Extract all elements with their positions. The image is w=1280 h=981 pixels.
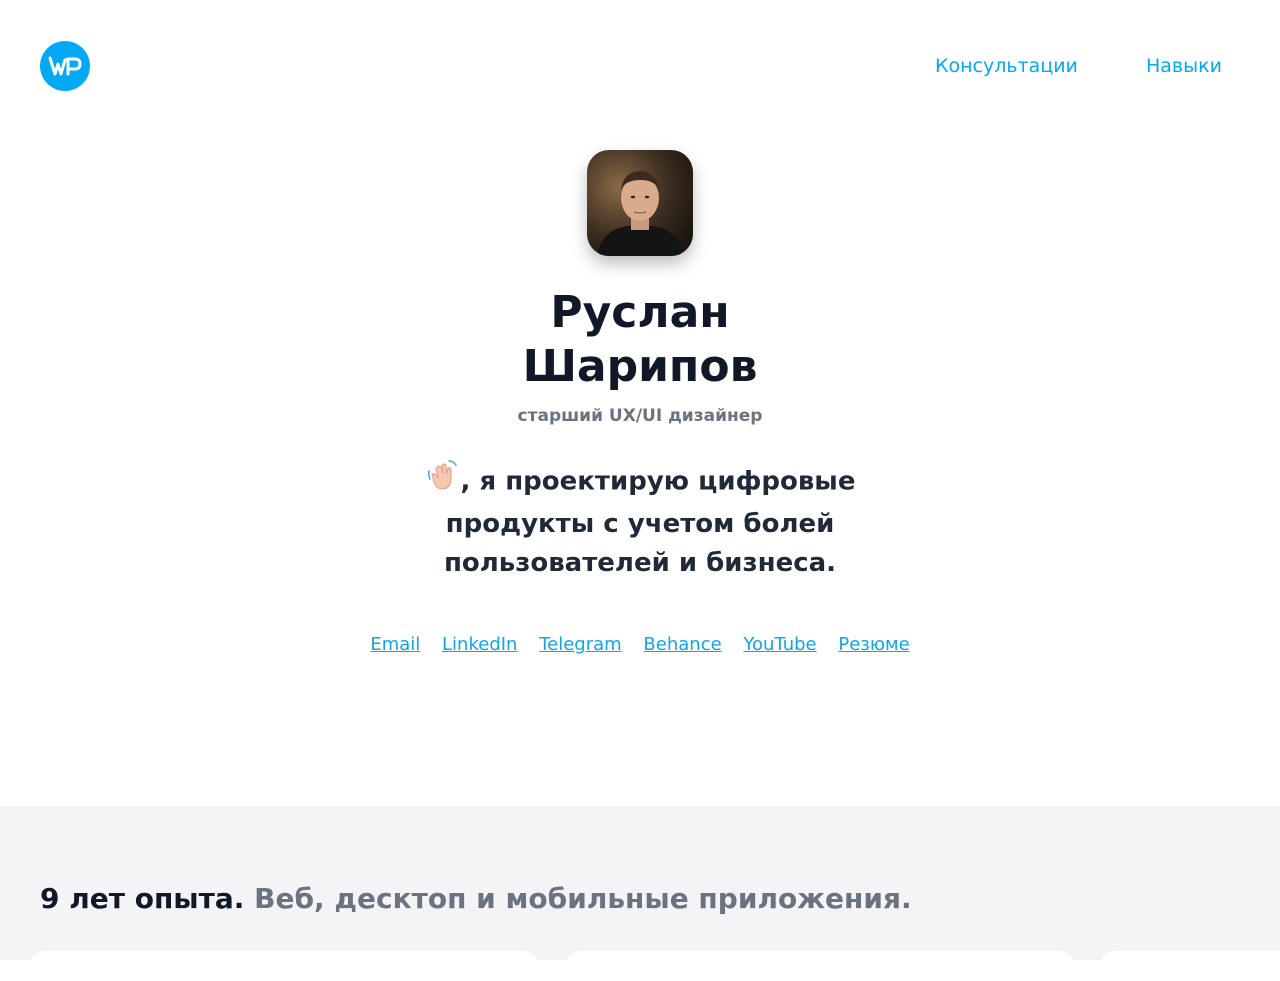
profile-role: старший UX/UI дизайнер <box>517 406 763 426</box>
link-telegram[interactable]: Telegram <box>539 634 621 655</box>
nav-skills[interactable]: Навыки <box>1146 55 1222 77</box>
intro-text: , я проектирую цифровые продукты с учето… <box>420 459 860 583</box>
experience-section: 9 лет опыта. Веб, десктоп и мобильные пр… <box>0 806 1280 981</box>
social-links: Email LinkedIn Telegram Behance YouTube … <box>0 634 1280 655</box>
experience-heading: 9 лет опыта. Веб, десктоп и мобильные пр… <box>40 882 912 915</box>
project-card[interactable] <box>30 951 538 981</box>
link-resume[interactable]: Резюме <box>838 634 909 655</box>
project-card[interactable] <box>566 951 1074 981</box>
wr-monogram-logo-icon <box>48 56 82 76</box>
link-linkedin[interactable]: LinkedIn <box>442 634 517 655</box>
project-card[interactable] <box>1100 951 1280 981</box>
name-first: Руслан <box>550 287 730 338</box>
nav-consultations[interactable]: Консультации <box>935 55 1078 77</box>
avatar <box>587 150 693 256</box>
site-header: Консультации Навыки <box>0 0 1280 134</box>
experience-platforms: Веб, десктоп и мобильные приложения. <box>254 882 912 915</box>
link-youtube[interactable]: YouTube <box>743 634 816 655</box>
link-email[interactable]: Email <box>370 634 420 655</box>
name-last: Шарипов <box>522 341 758 392</box>
intro-sentence: , я проектирую цифровые продукты с учето… <box>443 466 856 579</box>
avatar-photo-icon <box>587 150 693 256</box>
waving-hand-icon <box>425 459 459 505</box>
experience-years: 9 лет опыта. <box>40 882 245 915</box>
link-behance[interactable]: Behance <box>643 634 721 655</box>
profile-name: Руслан Шарипов <box>0 286 1280 394</box>
logo[interactable] <box>40 41 90 91</box>
